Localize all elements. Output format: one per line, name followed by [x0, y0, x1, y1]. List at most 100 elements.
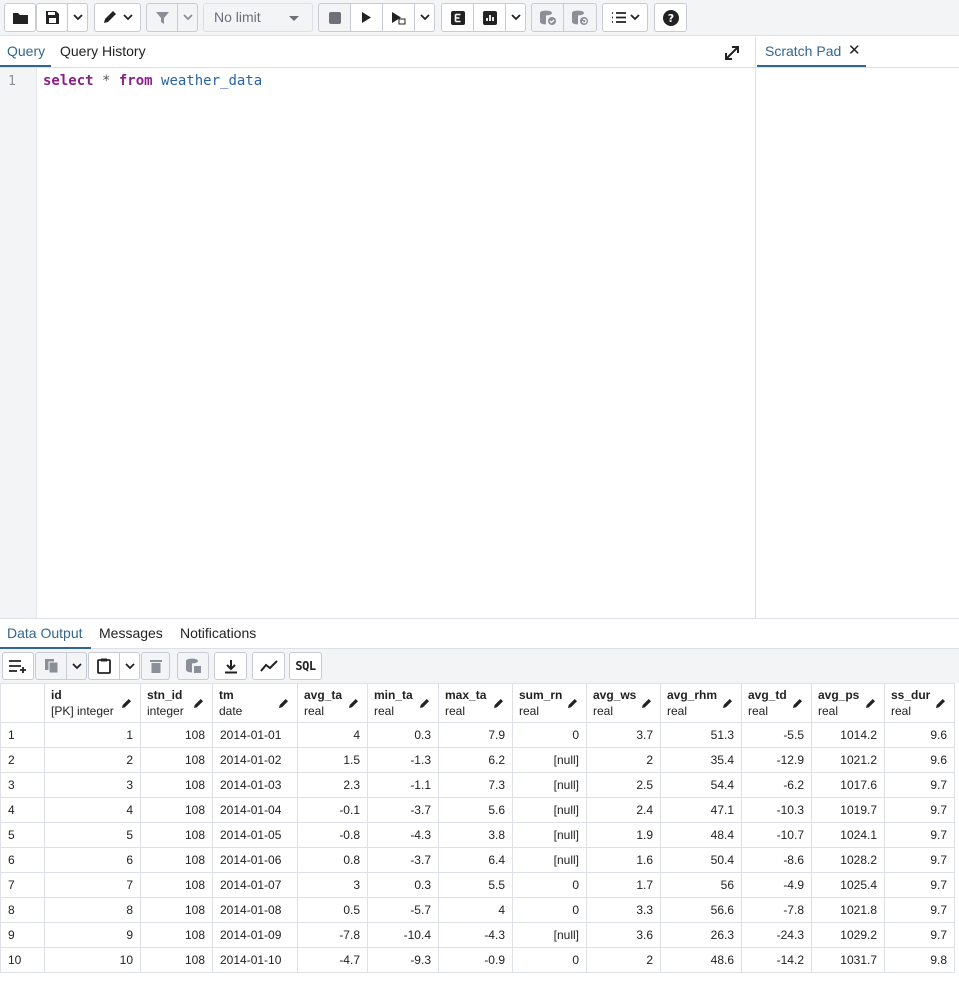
download-button[interactable]: [214, 652, 247, 680]
column-header-avg_ps[interactable]: avg_ps real: [811, 683, 885, 723]
cell-ss_dur[interactable]: 9.7: [884, 872, 955, 898]
cell-stn_id[interactable]: 108: [140, 747, 213, 773]
cell-avg_ps[interactable]: 1029.2: [811, 922, 885, 948]
row-number[interactable]: 5: [0, 822, 45, 848]
paste-dropdown-button[interactable]: [119, 652, 140, 680]
cell-id[interactable]: 2: [44, 747, 141, 773]
cell-avg_rhm[interactable]: 54.4: [660, 772, 742, 798]
execute-dropdown-button[interactable]: [414, 3, 435, 32]
cell-avg_ps[interactable]: 1021.8: [811, 897, 885, 923]
row-limit-select[interactable]: No limit: [203, 3, 313, 32]
row-number[interactable]: 4: [0, 797, 45, 823]
edit-column-icon[interactable]: [193, 697, 205, 709]
cell-avg_td[interactable]: -6.2: [741, 772, 812, 798]
delete-row-button[interactable]: [141, 652, 170, 680]
column-header-sum_rn[interactable]: sum_rn real: [512, 683, 587, 723]
row-number[interactable]: 2: [0, 747, 45, 773]
cell-avg_td[interactable]: -10.7: [741, 822, 812, 848]
edit-column-icon[interactable]: [935, 697, 947, 709]
cell-sum_rn[interactable]: [null]: [512, 797, 587, 823]
edit-column-icon[interactable]: [641, 697, 653, 709]
cell-id[interactable]: 10: [44, 947, 141, 973]
cell-max_ta[interactable]: 6.4: [438, 847, 513, 873]
cell-avg_ws[interactable]: 2: [586, 947, 661, 973]
cell-max_ta[interactable]: 3.8: [438, 822, 513, 848]
table-row[interactable]: 3 3 108 2014-01-03 2.3 -1.1 7.3 [null] 2.5 54.4 -6…: [0, 772, 955, 798]
cell-min_ta[interactable]: 0.3: [367, 872, 439, 898]
cell-avg_td[interactable]: -5.5: [741, 722, 812, 748]
paste-button[interactable]: [88, 652, 120, 680]
row-number[interactable]: 9: [0, 922, 45, 948]
cell-tm[interactable]: 2014-01-04: [212, 797, 298, 823]
save-dropdown-button[interactable]: [67, 3, 88, 32]
cell-sum_rn[interactable]: [null]: [512, 747, 587, 773]
table-row[interactable]: 9 9 108 2014-01-09 -7.8 -10.4 -4.3 [null] 3.6 26.…: [0, 922, 955, 948]
cell-id[interactable]: 7: [44, 872, 141, 898]
cell-avg_rhm[interactable]: 48.6: [660, 947, 742, 973]
cell-max_ta[interactable]: 7.9: [438, 722, 513, 748]
cell-avg_ta[interactable]: 0.8: [297, 847, 368, 873]
cell-id[interactable]: 5: [44, 822, 141, 848]
cell-id[interactable]: 6: [44, 847, 141, 873]
edit-column-icon[interactable]: [567, 697, 579, 709]
cell-min_ta[interactable]: -5.7: [367, 897, 439, 923]
cell-min_ta[interactable]: -9.3: [367, 947, 439, 973]
cell-avg_rhm[interactable]: 56.6: [660, 897, 742, 923]
cell-avg_rhm[interactable]: 51.3: [660, 722, 742, 748]
cell-min_ta[interactable]: 0.3: [367, 722, 439, 748]
tab-query[interactable]: Query: [0, 37, 51, 67]
cell-tm[interactable]: 2014-01-01: [212, 722, 298, 748]
cell-min_ta[interactable]: -3.7: [367, 847, 439, 873]
save-button[interactable]: [36, 3, 68, 32]
cell-sum_rn[interactable]: [null]: [512, 822, 587, 848]
sql-button[interactable]: SQL: [289, 652, 322, 680]
cell-avg_td[interactable]: -7.8: [741, 897, 812, 923]
open-file-button[interactable]: [4, 3, 36, 32]
table-row[interactable]: 7 7 108 2014-01-07 3 0.3 5.5 0 1.7 56 -4.9 1025.4 9.…: [0, 872, 955, 898]
table-row[interactable]: 4 4 108 2014-01-04 -0.1 -3.7 5.6 [null] 2.4 47.1-…: [0, 797, 955, 823]
cell-min_ta[interactable]: -1.1: [367, 772, 439, 798]
cell-tm[interactable]: 2014-01-07: [212, 872, 298, 898]
cell-avg_td[interactable]: -4.9: [741, 872, 812, 898]
column-header-avg_rhm[interactable]: avg_rhm real: [660, 683, 742, 723]
cell-avg_rhm[interactable]: 26.3: [660, 922, 742, 948]
cell-sum_rn[interactable]: [null]: [512, 772, 587, 798]
cell-sum_rn[interactable]: 0: [512, 897, 587, 923]
cell-stn_id[interactable]: 108: [140, 897, 213, 923]
cell-avg_rhm[interactable]: 47.1: [660, 797, 742, 823]
cell-avg_ws[interactable]: 1.7: [586, 872, 661, 898]
cell-avg_ws[interactable]: 1.9: [586, 822, 661, 848]
edit-column-icon[interactable]: [121, 697, 133, 709]
explain-analyze-button[interactable]: [473, 3, 506, 32]
close-icon[interactable]: ✕: [848, 37, 861, 65]
copy-button[interactable]: [35, 652, 67, 680]
cell-stn_id[interactable]: 108: [140, 797, 213, 823]
cell-avg_td[interactable]: -14.2: [741, 947, 812, 973]
cell-tm[interactable]: 2014-01-06: [212, 847, 298, 873]
cell-avg_td[interactable]: -12.9: [741, 747, 812, 773]
cell-min_ta[interactable]: -3.7: [367, 797, 439, 823]
column-header-id[interactable]: id [PK] integer: [44, 683, 141, 723]
execute-script-button[interactable]: [382, 3, 415, 32]
table-row[interactable]: 10 10 108 2014-01-10 -4.7 -9.3 -0.9 0 2 48.6 -14.2…: [0, 947, 955, 973]
cell-max_ta[interactable]: 5.5: [438, 872, 513, 898]
stop-button[interactable]: [318, 3, 351, 32]
cell-stn_id[interactable]: 108: [140, 772, 213, 798]
cell-stn_id[interactable]: 108: [140, 722, 213, 748]
cell-ss_dur[interactable]: 9.8: [884, 947, 955, 973]
cell-ss_dur[interactable]: 9.7: [884, 922, 955, 948]
cell-stn_id[interactable]: 108: [140, 872, 213, 898]
cell-max_ta[interactable]: -0.9: [438, 947, 513, 973]
cell-min_ta[interactable]: -1.3: [367, 747, 439, 773]
cell-avg_ws[interactable]: 3.3: [586, 897, 661, 923]
cell-stn_id[interactable]: 108: [140, 947, 213, 973]
cell-avg_ws[interactable]: 1.6: [586, 847, 661, 873]
row-number[interactable]: 1: [0, 722, 45, 748]
cell-tm[interactable]: 2014-01-10: [212, 947, 298, 973]
cell-ss_dur[interactable]: 9.6: [884, 747, 955, 773]
explain-button[interactable]: [441, 3, 474, 32]
cell-avg_ps[interactable]: 1024.1: [811, 822, 885, 848]
cell-max_ta[interactable]: 5.6: [438, 797, 513, 823]
tab-notifications[interactable]: Notifications: [180, 619, 256, 649]
row-number[interactable]: 3: [0, 772, 45, 798]
